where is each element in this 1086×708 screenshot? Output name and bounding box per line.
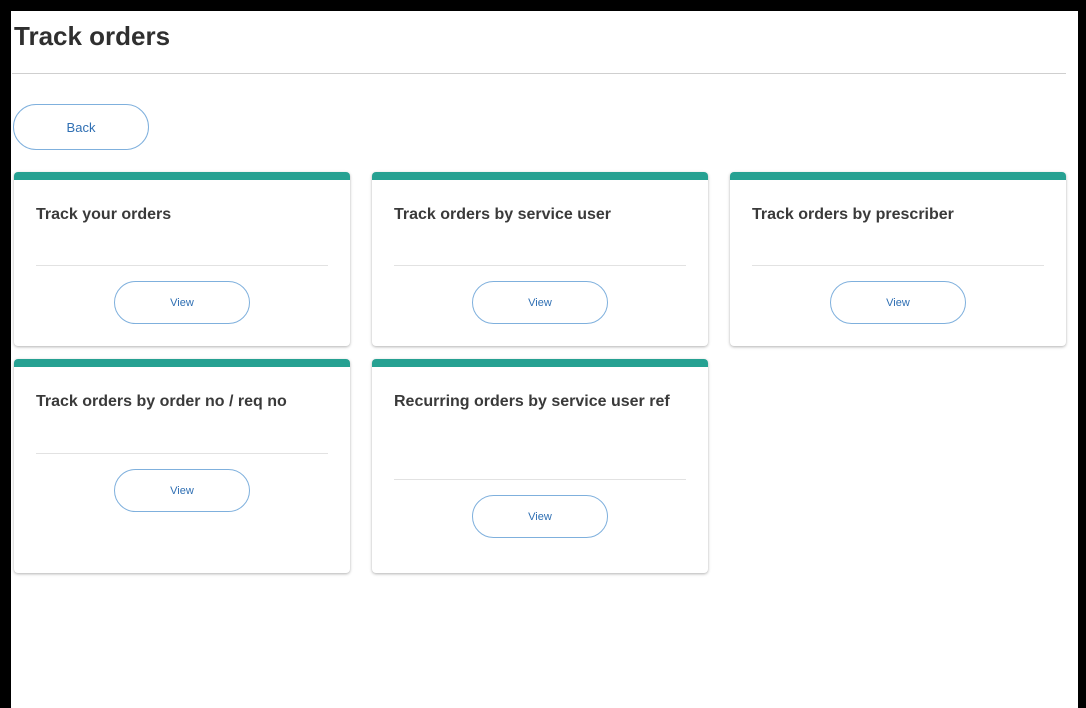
back-button[interactable]: Back	[13, 104, 149, 150]
card-recurring-orders-by-service-user-ref: Recurring orders by service user ref Vie…	[372, 359, 708, 573]
card-accent-bar	[372, 359, 708, 367]
card-title: Track orders by order no / req no	[36, 393, 287, 410]
view-button-track-orders-by-service-user[interactable]: View	[472, 281, 608, 324]
view-button-track-your-orders[interactable]: View	[114, 281, 250, 324]
card-accent-bar	[14, 359, 350, 367]
app-frame: Track orders Back Track your orders View…	[11, 11, 1078, 708]
card-title: Track orders by prescriber	[752, 206, 954, 223]
card-track-your-orders: Track your orders View	[14, 172, 350, 346]
card-title: Track your orders	[36, 206, 172, 223]
card-track-orders-by-order-no: Track orders by order no / req no View	[14, 359, 350, 573]
view-button-track-orders-by-prescriber[interactable]: View	[830, 281, 966, 324]
card-title: Recurring orders by service user ref	[394, 393, 670, 410]
view-button-recurring-orders-by-service-user-ref[interactable]: View	[472, 495, 608, 538]
card-title: Track orders by service user	[394, 206, 612, 223]
card-accent-bar	[14, 172, 350, 180]
card-separator	[36, 453, 328, 454]
card-separator	[36, 265, 328, 266]
card-track-orders-by-prescriber: Track orders by prescriber View	[730, 172, 1066, 346]
card-separator	[752, 265, 1044, 266]
card-separator	[394, 479, 686, 480]
card-track-orders-by-service-user: Track orders by service user View	[372, 172, 708, 346]
page-title: Track orders	[14, 21, 171, 51]
card-separator	[394, 265, 686, 266]
card-accent-bar	[730, 172, 1066, 180]
header-divider	[12, 73, 1066, 74]
card-accent-bar	[372, 172, 708, 180]
view-button-track-orders-by-order-no[interactable]: View	[114, 469, 250, 512]
